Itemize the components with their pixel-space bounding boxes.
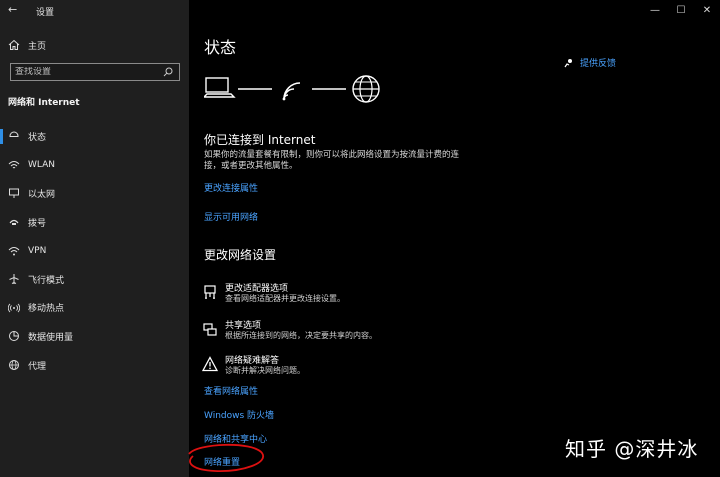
main-content: 状态 提供反馈 你已连接到 Internet 如果你的流量套餐有限制，则你可以将…: [188, 0, 720, 477]
home-icon: [8, 39, 28, 51]
option-troubleshoot[interactable]: 网络疑难解答 诊断并解决网络问题。: [201, 353, 521, 383]
option-subtitle: 查看网络适配器并更改连接设置。: [225, 294, 345, 303]
sidebar-item-label: VPN: [28, 245, 47, 256]
change-connection-properties-link[interactable]: 更改连接属性: [204, 181, 258, 194]
wifi-icon: [8, 159, 28, 171]
sidebar-item-status[interactable]: 状态: [0, 122, 189, 151]
sharing-icon: [201, 320, 219, 338]
sidebar-item-label: 代理: [28, 361, 47, 372]
back-arrow-icon[interactable]: ←: [8, 3, 17, 16]
sidebar-nav: 状态 WLAN 以太网 拨号 VPN 飞行模式 移动热点 数据使用量 代理: [0, 122, 189, 379]
sidebar-item-label: 飞行模式: [28, 275, 65, 286]
feedback-link[interactable]: 提供反馈: [564, 56, 616, 69]
connection-status-description: 如果你的流量套餐有限制，则你可以将此网络设置为按流量计费的连接，或者更改其他属性…: [204, 150, 460, 171]
watermark: 知乎 @深井冰: [565, 437, 699, 461]
red-circle-annotation: [188, 443, 265, 472]
search-icon[interactable]: [159, 67, 177, 77]
sidebar-item-ethernet[interactable]: 以太网: [0, 179, 189, 208]
dialup-icon: [8, 216, 28, 228]
adapter-icon: [201, 283, 219, 301]
option-sharing[interactable]: 共享选项 根据所连接到的网络，决定要共享的内容。: [201, 318, 521, 348]
globe-icon: [8, 359, 28, 371]
sidebar-item-dialup[interactable]: 拨号: [0, 208, 189, 237]
option-subtitle: 诊断并解决网络问题。: [225, 366, 305, 375]
home-label: 主页: [28, 41, 47, 52]
home-status-icon: [8, 130, 28, 142]
sidebar-item-label: 以太网: [28, 189, 56, 200]
sidebar-item-data-usage[interactable]: 数据使用量: [0, 322, 189, 351]
feedback-label: 提供反馈: [580, 59, 617, 69]
sidebar-home[interactable]: 主页: [8, 37, 178, 53]
globe-internet-icon: [352, 75, 380, 103]
sidebar-section-heading: 网络和 Internet: [8, 98, 80, 108]
sidebar: ← 设置 主页 网络和 Internet 状态 WLAN: [0, 0, 189, 477]
connection-status-title: 你已连接到 Internet: [204, 133, 316, 147]
sidebar-item-wlan[interactable]: WLAN: [0, 151, 189, 180]
feedback-icon: [564, 58, 574, 68]
sidebar-item-proxy[interactable]: 代理: [0, 351, 189, 380]
search-input[interactable]: [11, 67, 159, 77]
ethernet-icon: [8, 187, 28, 199]
sidebar-item-label: 移动热点: [28, 304, 65, 315]
sidebar-item-label: 数据使用量: [28, 332, 74, 343]
laptop-icon: [204, 77, 236, 98]
data-usage-icon: [8, 330, 28, 342]
window-title: 设置: [36, 8, 55, 18]
sidebar-item-label: 状态: [28, 132, 47, 143]
option-subtitle: 根据所连接到的网络，决定要共享的内容。: [225, 331, 377, 340]
search-box[interactable]: [10, 63, 180, 81]
sidebar-item-vpn[interactable]: VPN: [0, 236, 189, 265]
page-title: 状态: [204, 38, 237, 57]
vpn-icon: [8, 245, 28, 257]
airplane-icon: [8, 273, 28, 285]
sidebar-item-airplane[interactable]: 飞行模式: [0, 265, 189, 294]
hotspot-icon: [8, 302, 28, 314]
option-adapter[interactable]: 更改适配器选项 查看网络适配器并更改连接设置。: [201, 281, 521, 311]
view-network-properties-link[interactable]: 查看网络属性: [204, 384, 258, 397]
windows-firewall-link[interactable]: Windows 防火墙: [204, 408, 274, 421]
sidebar-item-label: 拨号: [28, 218, 47, 229]
show-available-networks-link[interactable]: 显示可用网络: [204, 210, 258, 223]
sidebar-item-hotspot[interactable]: 移动热点: [0, 294, 189, 323]
active-indicator: [0, 129, 3, 144]
network-status-diagram: [204, 75, 380, 103]
section-title-change-network: 更改网络设置: [204, 248, 277, 262]
sidebar-item-label: WLAN: [28, 159, 56, 170]
wifi-signal-icon: [282, 82, 301, 101]
warning-icon: [201, 355, 219, 373]
